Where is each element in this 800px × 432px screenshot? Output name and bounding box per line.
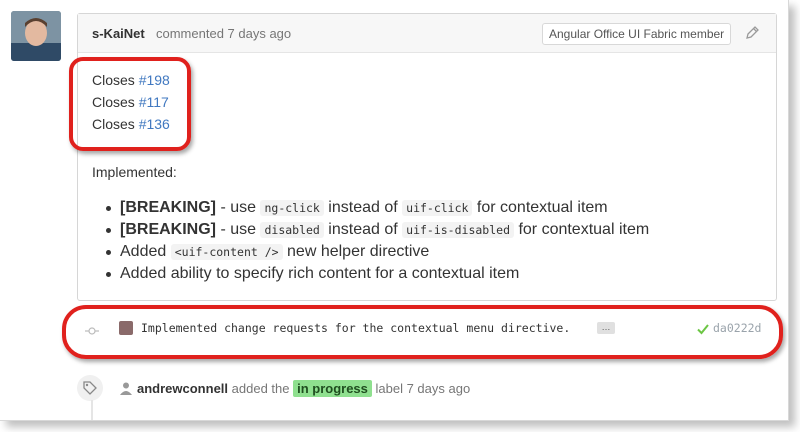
member-badge: Angular Office UI Fabric member <box>542 23 732 45</box>
label-event: andrewconnell added the in progress labe… <box>77 375 777 401</box>
timeline-frame: s-KaiNet commented 7 days ago Angular Of… <box>0 0 789 421</box>
bullet-dot <box>106 206 111 211</box>
tag-badge <box>77 375 103 401</box>
inline-code: uif-click <box>402 200 473 216</box>
inline-code: disabled <box>260 222 324 238</box>
breaking-tag: [BREAKING] <box>120 221 216 238</box>
pencil-icon[interactable] <box>744 25 760 41</box>
breaking-tag: [BREAKING] <box>120 199 216 216</box>
avatar[interactable] <box>11 11 61 61</box>
bullet-dot <box>106 250 111 255</box>
tag-icon <box>83 381 97 395</box>
inline-code: uif-is-disabled <box>402 222 514 238</box>
label-in-progress[interactable]: in progress <box>293 380 372 397</box>
comment-timestamp[interactable]: commented 7 days ago <box>156 26 291 41</box>
bullet-dot <box>106 228 111 233</box>
annotation-oval-closes <box>69 57 191 151</box>
timeline-connector <box>91 400 93 420</box>
user-icon <box>119 381 133 395</box>
implemented-heading: Implemented: <box>92 164 177 180</box>
event-user[interactable]: andrewconnell <box>137 381 228 396</box>
comment-author[interactable]: s-KaiNet <box>92 26 145 41</box>
comment-box: s-KaiNet commented 7 days ago Angular Of… <box>77 13 777 301</box>
bullet-dot <box>106 272 111 277</box>
label-event-text: andrewconnell added the in progress labe… <box>137 380 471 397</box>
comment-header: s-KaiNet commented 7 days ago Angular Of… <box>78 14 776 53</box>
inline-code: <uif-content /> <box>170 244 283 260</box>
inline-code: ng-click <box>260 200 324 216</box>
annotation-oval-commit <box>62 305 783 359</box>
